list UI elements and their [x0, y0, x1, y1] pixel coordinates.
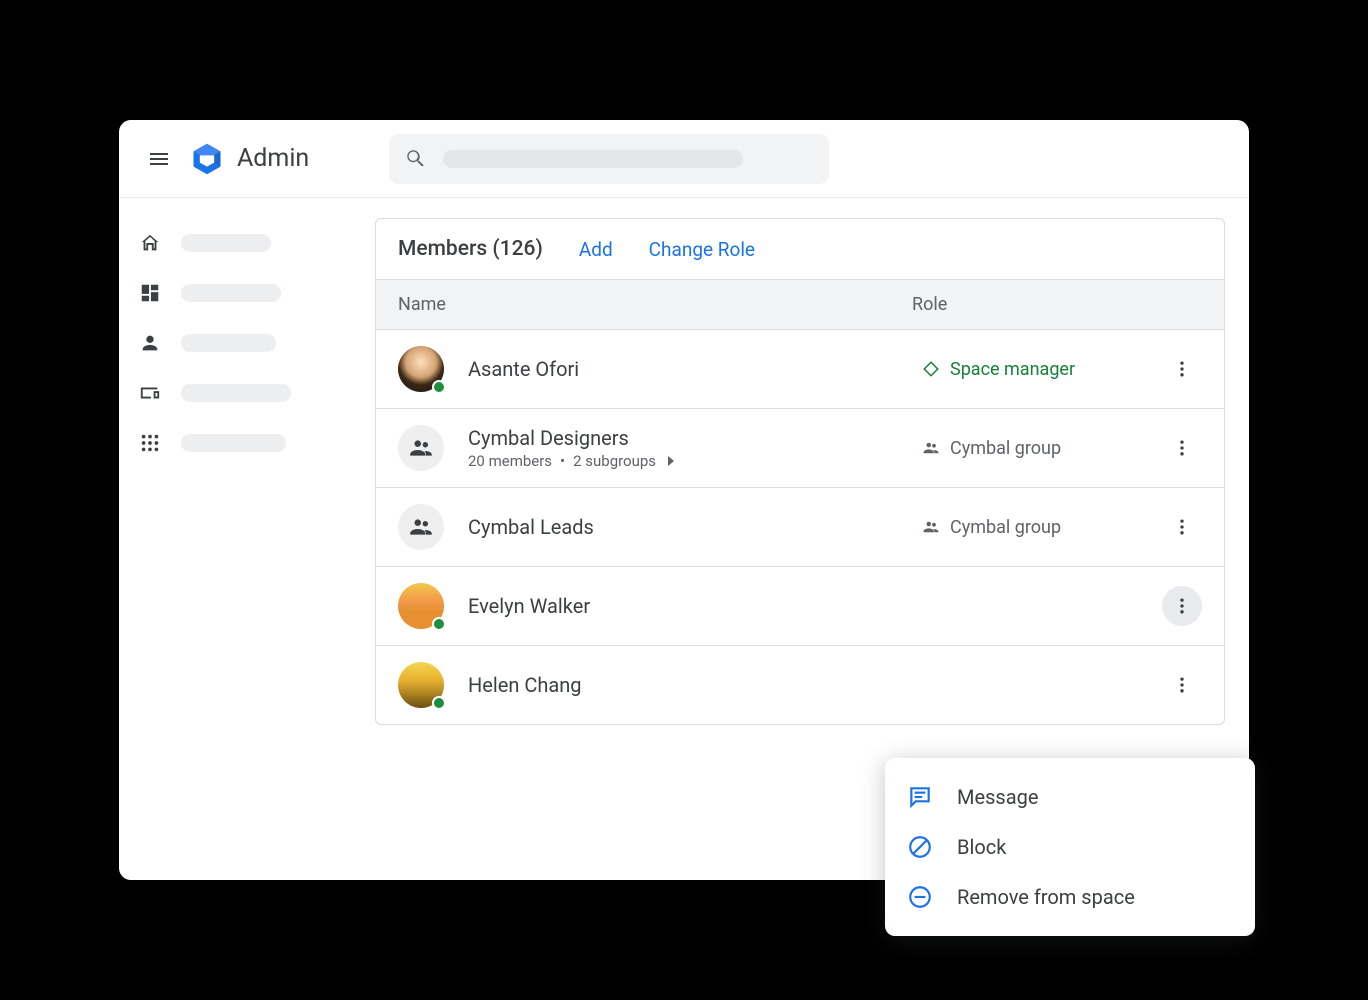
- apps-grid-icon: [139, 432, 161, 454]
- diamond-icon: [922, 360, 940, 378]
- member-name: Asante Ofori: [468, 357, 922, 381]
- more-vert-icon: [1172, 596, 1192, 616]
- hamburger-menu-button[interactable]: [139, 139, 179, 179]
- more-vert-icon: [1172, 359, 1192, 379]
- sidebar-label-skeleton: [181, 284, 281, 302]
- member-name: Evelyn Walker: [468, 594, 922, 618]
- dashboard-icon: [139, 282, 161, 304]
- name-cell: Asante Ofori: [444, 357, 922, 381]
- meta-members: 20 members: [468, 452, 552, 470]
- hamburger-icon: [147, 147, 171, 171]
- sidebar-label-skeleton: [181, 384, 291, 402]
- more-vert-icon: [1172, 675, 1192, 695]
- member-name: Cymbal Designers: [468, 426, 922, 450]
- role-cell: Cymbal group: [922, 517, 1162, 538]
- menu-item-block[interactable]: Block: [885, 822, 1255, 872]
- admin-logo-icon: [187, 139, 227, 179]
- remove-icon: [907, 884, 933, 910]
- member-row[interactable]: Cymbal Leads Cymbal group: [376, 488, 1224, 567]
- search-placeholder-skeleton: [443, 150, 743, 168]
- group-icon: [408, 514, 434, 540]
- menu-item-remove[interactable]: Remove from space: [885, 872, 1255, 922]
- change-role-button[interactable]: Change Role: [649, 238, 755, 261]
- panel-header: Members (126) Add Change Role: [376, 219, 1224, 279]
- member-row[interactable]: Evelyn Walker: [376, 567, 1224, 646]
- app-body: Members (126) Add Change Role Name Role …: [119, 198, 1249, 880]
- sidebar-item-home[interactable]: [131, 222, 363, 264]
- search-icon: [405, 148, 427, 170]
- sidebar: [119, 198, 375, 880]
- sidebar-label-skeleton: [181, 334, 276, 352]
- member-row[interactable]: Helen Chang: [376, 646, 1224, 724]
- group-avatar: [398, 425, 444, 471]
- name-cell: Helen Chang: [444, 673, 922, 697]
- role-cell: Space manager: [922, 359, 1162, 380]
- avatar-wrap: [398, 662, 444, 708]
- group-avatar: [398, 504, 444, 550]
- meta-subgroups: 2 subgroups: [573, 452, 656, 470]
- devices-icon: [139, 382, 161, 404]
- role-cell: Cymbal group: [922, 438, 1162, 459]
- search-bar[interactable]: [389, 134, 829, 184]
- sidebar-item-dashboard[interactable]: [131, 272, 363, 314]
- message-icon: [907, 784, 933, 810]
- menu-item-label: Block: [957, 835, 1006, 859]
- member-name: Cymbal Leads: [468, 515, 922, 539]
- member-name: Helen Chang: [468, 673, 922, 697]
- member-meta: 20 members • 2 subgroups: [468, 452, 922, 470]
- more-vert-icon: [1172, 517, 1192, 537]
- row-overflow-menu[interactable]: [1162, 349, 1202, 389]
- name-cell: Cymbal Leads: [444, 515, 922, 539]
- add-button[interactable]: Add: [579, 238, 613, 261]
- avatar-wrap: [398, 346, 444, 392]
- more-vert-icon: [1172, 438, 1192, 458]
- row-overflow-menu[interactable]: [1162, 428, 1202, 468]
- main-content: Members (126) Add Change Role Name Role …: [375, 198, 1249, 880]
- role-text: Cymbal group: [950, 517, 1061, 538]
- home-icon: [139, 232, 161, 254]
- row-overflow-menu[interactable]: [1162, 665, 1202, 705]
- menu-item-label: Remove from space: [957, 885, 1135, 909]
- presence-indicator: [432, 696, 446, 710]
- members-panel: Members (126) Add Change Role Name Role …: [375, 218, 1225, 725]
- app-title: Admin: [237, 144, 309, 173]
- menu-item-message[interactable]: Message: [885, 772, 1255, 822]
- context-menu: Message Block Remove from space: [885, 758, 1255, 936]
- table-header: Name Role: [376, 279, 1224, 330]
- app-header: Admin: [119, 120, 1249, 198]
- panel-title: Members (126): [398, 237, 543, 261]
- avatar-wrap: [398, 504, 444, 550]
- row-overflow-menu[interactable]: [1162, 586, 1202, 626]
- menu-item-label: Message: [957, 785, 1038, 809]
- group-icon: [922, 439, 940, 457]
- group-icon: [408, 435, 434, 461]
- sidebar-label-skeleton: [181, 434, 286, 452]
- member-row[interactable]: Asante Ofori Space manager: [376, 330, 1224, 409]
- sidebar-item-users[interactable]: [131, 322, 363, 364]
- name-cell: Evelyn Walker: [444, 594, 922, 618]
- avatar-wrap: [398, 583, 444, 629]
- caret-right-icon: [666, 455, 676, 467]
- sidebar-label-skeleton: [181, 234, 271, 252]
- column-name-header: Name: [398, 294, 912, 315]
- column-role-header: Role: [912, 294, 1202, 315]
- admin-window: Admin: [119, 120, 1249, 880]
- name-cell: Cymbal Designers 20 members • 2 subgroup…: [444, 426, 922, 470]
- app-logo-wrap: Admin: [187, 139, 309, 179]
- avatar-wrap: [398, 425, 444, 471]
- person-icon: [139, 332, 161, 354]
- member-row[interactable]: Cymbal Designers 20 members • 2 subgroup…: [376, 409, 1224, 488]
- role-text: Cymbal group: [950, 438, 1061, 459]
- row-overflow-menu[interactable]: [1162, 507, 1202, 547]
- sidebar-item-devices[interactable]: [131, 372, 363, 414]
- sidebar-item-apps[interactable]: [131, 422, 363, 464]
- role-text: Space manager: [950, 359, 1075, 380]
- presence-indicator: [432, 617, 446, 631]
- group-icon: [922, 518, 940, 536]
- presence-indicator: [432, 380, 446, 394]
- block-icon: [907, 834, 933, 860]
